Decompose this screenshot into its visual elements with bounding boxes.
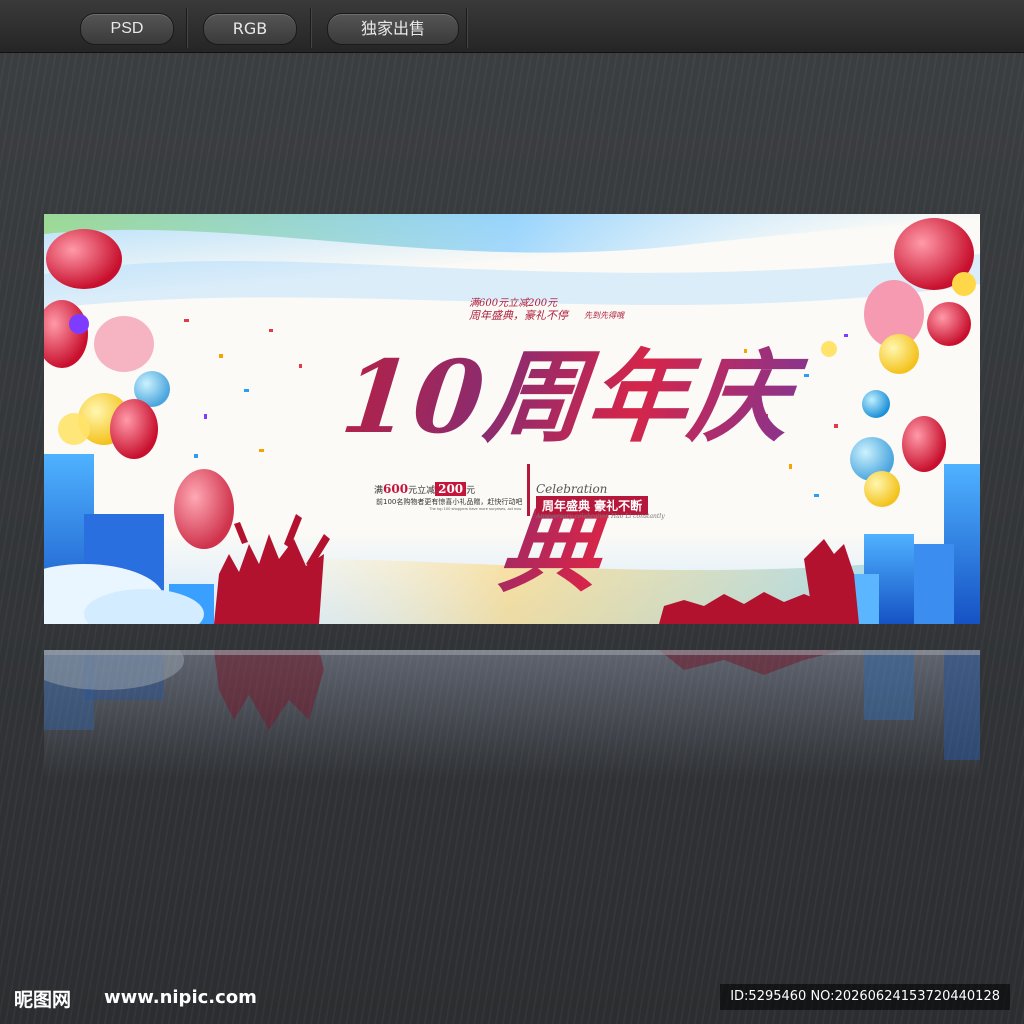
promo-amount: 600 <box>383 482 409 496</box>
balloon <box>44 300 88 368</box>
slogan-handwritten: 周年盛典，豪礼不停 <box>469 309 568 322</box>
toolbar-divider <box>310 8 311 48</box>
toolbar-divider <box>466 8 467 48</box>
reflection-artwork <box>44 650 980 760</box>
rgb-badge[interactable]: RGB <box>203 13 297 45</box>
slogan-first-come: 先到先得哦 <box>584 311 624 320</box>
banner-title: 10周年庆典 <box>283 322 835 622</box>
toolbar-divider <box>186 8 187 48</box>
promo-discount: 200 <box>435 482 467 496</box>
promo-prefix: 满 <box>374 486 384 496</box>
top-toolbar: PSD RGB 独家出售 <box>0 0 1024 53</box>
balloon <box>862 390 890 418</box>
banner-reflection <box>44 650 980 780</box>
balloon <box>879 334 919 374</box>
nipic-url[interactable]: www.nipic.com <box>104 987 257 1008</box>
building <box>909 544 954 624</box>
promo-mid: 元立减 <box>408 486 436 496</box>
balloon <box>952 272 976 296</box>
promo-line: 满600元立减 200 元 <box>374 482 475 496</box>
promo-subtext-english: The top 100 shoppers have more surprises… <box>429 506 522 511</box>
anniversary-banner: 满600元立减200元 周年盛典，豪礼不停 先到先得哦 10周年庆典 满600元… <box>44 214 980 624</box>
balloon <box>69 314 89 334</box>
celebration-subtext: Anniversary celebration Hao Li constantl… <box>536 513 665 520</box>
celebration-label: Celebration <box>536 482 608 496</box>
exclusive-sale-badge[interactable]: 独家出售 <box>327 13 459 45</box>
promo-suffix: 元 <box>466 486 476 496</box>
balloon <box>902 416 946 472</box>
balloon <box>110 399 158 459</box>
nipic-logo: 昵图网 <box>14 989 72 1011</box>
psd-badge[interactable]: PSD <box>80 13 174 45</box>
top-color-wave <box>44 214 980 253</box>
balloon <box>927 302 971 346</box>
balloon <box>174 469 234 549</box>
title-block: 10周年庆典 <box>299 322 819 606</box>
balloon <box>864 471 900 507</box>
balloon <box>94 316 154 372</box>
balloon <box>58 413 90 445</box>
image-id-label: ID:5295460 NO:20260624153720440128 <box>720 984 1010 1010</box>
balloon <box>46 229 122 289</box>
